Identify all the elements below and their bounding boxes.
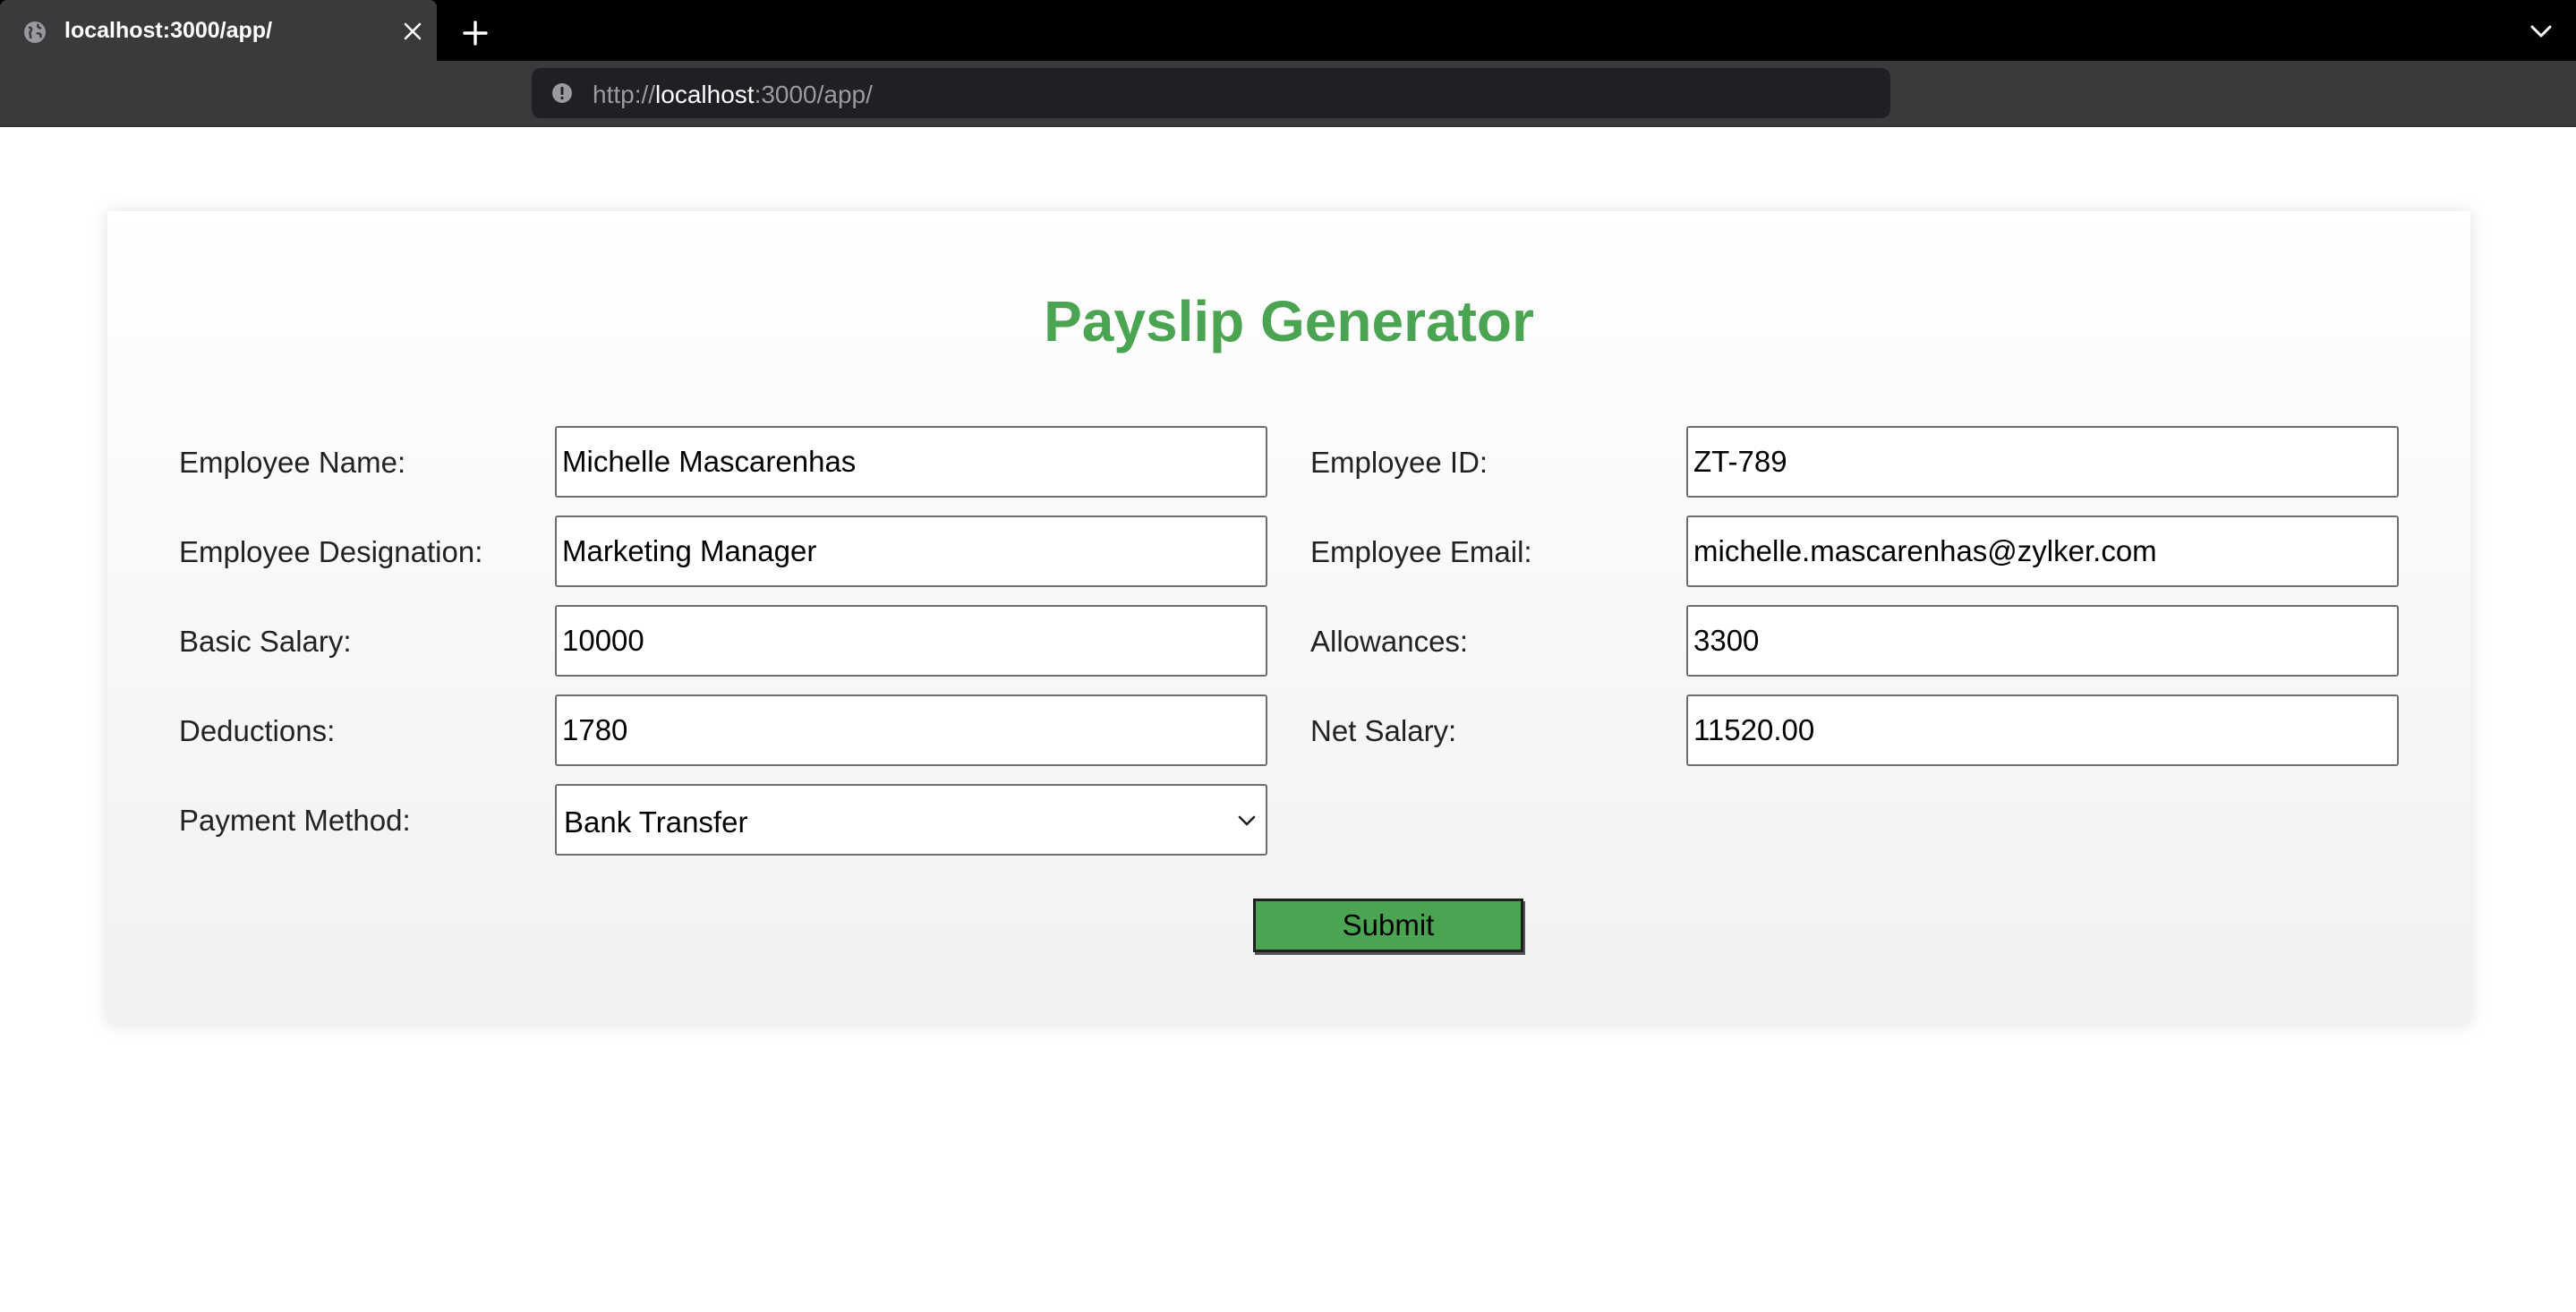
plus-icon[interactable] xyxy=(462,20,489,47)
chevron-down-icon xyxy=(1238,815,1256,826)
submit-button[interactable]: Submit xyxy=(1253,899,1523,952)
close-icon[interactable] xyxy=(401,20,424,43)
employee-email-label: Employee Email: xyxy=(1310,535,1532,568)
basic-salary-input[interactable] xyxy=(555,605,1267,677)
url-scheme: http:// xyxy=(593,81,656,108)
browser-tab-bar: localhost:3000/app/ xyxy=(0,0,2576,61)
employee-id-label: Employee ID: xyxy=(1310,446,1488,479)
chevron-down-icon[interactable] xyxy=(2529,23,2553,39)
employee-id-input[interactable] xyxy=(1686,426,2399,498)
payslip-form-card: Payslip Generator Employee Name: Employe… xyxy=(107,211,2470,1024)
address-bar[interactable]: http://localhost:3000/app/ xyxy=(532,68,1890,118)
employee-email-input[interactable] xyxy=(1686,515,2399,587)
allowances-label: Allowances: xyxy=(1310,625,1469,658)
net-salary-input[interactable] xyxy=(1686,694,2399,766)
url-host: localhost xyxy=(655,81,755,108)
employee-designation-label: Employee Designation: xyxy=(179,535,483,568)
info-icon[interactable] xyxy=(551,82,573,104)
deductions-input[interactable] xyxy=(555,694,1267,766)
url-path: :3000/app/ xyxy=(754,81,873,108)
tab-title: localhost:3000/app/ xyxy=(64,18,273,43)
payment-method-selected-value: Bank Transfer xyxy=(564,805,748,839)
payment-method-label: Payment Method: xyxy=(179,804,411,837)
browser-toolbar: http://localhost:3000/app/ xyxy=(0,61,2576,127)
url-text: http://localhost:3000/app/ xyxy=(593,81,873,109)
employee-name-label: Employee Name: xyxy=(179,446,406,479)
allowances-input[interactable] xyxy=(1686,605,2399,677)
browser-tab[interactable]: localhost:3000/app/ xyxy=(0,0,437,61)
globe-icon xyxy=(24,21,46,43)
payment-method-select[interactable]: Bank Transfer xyxy=(555,784,1267,856)
basic-salary-label: Basic Salary: xyxy=(179,625,352,658)
net-salary-label: Net Salary: xyxy=(1310,714,1457,747)
employee-name-input[interactable] xyxy=(555,426,1267,498)
deductions-label: Deductions: xyxy=(179,714,336,747)
employee-designation-input[interactable] xyxy=(555,515,1267,587)
page-title: Payslip Generator xyxy=(1044,289,1534,354)
